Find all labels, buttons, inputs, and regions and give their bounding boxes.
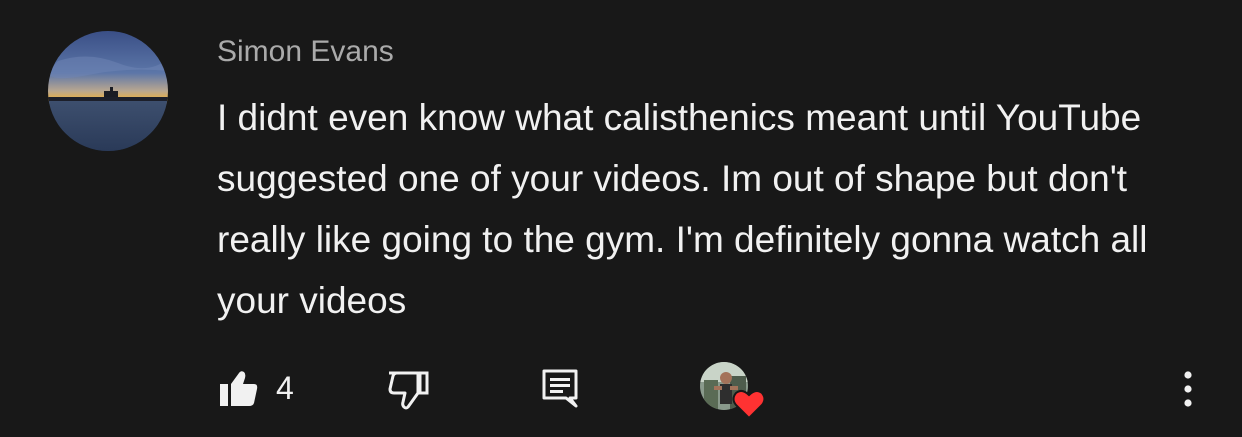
dislike-button[interactable]: [384, 368, 432, 412]
reply-icon: [542, 369, 578, 408]
creator-heart: [700, 362, 766, 422]
comment-item: Simon Evans I didnt even know what calis…: [0, 0, 1242, 437]
heart-icon: [732, 388, 766, 420]
reply-button[interactable]: [538, 366, 582, 412]
more-vertical-icon: [1184, 371, 1192, 407]
comment-text: I didnt even know what calisthenics mean…: [217, 97, 1148, 321]
thumbs-down-icon: [388, 371, 429, 410]
comment-author[interactable]: Simon Evans: [217, 32, 394, 72]
avatar-image: [48, 31, 168, 151]
more-options-button[interactable]: [1168, 366, 1208, 412]
like-button[interactable]: [214, 366, 264, 410]
author-avatar[interactable]: [48, 31, 168, 151]
thumbs-up-icon: [220, 371, 258, 406]
like-count: 4: [276, 370, 294, 406]
